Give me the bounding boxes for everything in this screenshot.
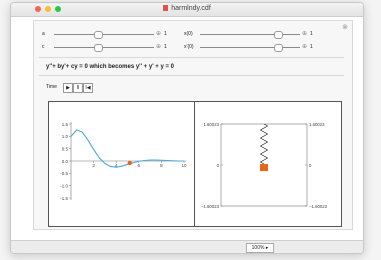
status-bar: 100% ▸ bbox=[11, 240, 363, 253]
slider-v0-track[interactable] bbox=[200, 47, 300, 48]
right-tick-label: 1.60023 bbox=[309, 122, 325, 127]
current-time-marker bbox=[127, 160, 132, 166]
slider-a-row: a ⊕ 1 bbox=[42, 30, 182, 40]
slider-a-label: a bbox=[42, 31, 45, 37]
slider-v0-value: 1 bbox=[310, 44, 313, 50]
play-button[interactable]: ▶ bbox=[63, 83, 73, 93]
slider-x0-value: 1 bbox=[310, 31, 313, 37]
slider-x0-label: x(0) bbox=[184, 31, 193, 37]
left-tick-label: 1.60023 bbox=[203, 122, 219, 127]
slider-x0-track[interactable] bbox=[200, 34, 300, 35]
app-window: harmlndy.cdf ⊗ a ⊕ 1 c ⊕ 1 x(0) ⊕ 1 x'(0… bbox=[10, 2, 364, 254]
slider-a-thumb[interactable] bbox=[94, 31, 103, 39]
left-tick-label: −1.60023 bbox=[201, 204, 220, 209]
x-tick-label: 10 bbox=[181, 163, 187, 168]
mass-block bbox=[260, 164, 268, 172]
plot-area: 1.5 1.0 0.5 0.0 -0.5 -1.0 -1.5 2 4 6 8 10 1.60023 0−… bbox=[48, 101, 342, 227]
slider-v0-thumb[interactable] bbox=[274, 44, 283, 52]
slider-v0-label: x'(0) bbox=[184, 44, 194, 50]
x-tick-label: 2 bbox=[92, 163, 95, 168]
slider-x0-thumb[interactable] bbox=[274, 31, 283, 39]
window-title-text: harmlndy.cdf bbox=[171, 5, 211, 12]
zoom-menu[interactable]: 100% ▸ bbox=[246, 243, 274, 253]
y-tick-label: -1.5 bbox=[60, 196, 68, 201]
slider-x0-expand-icon[interactable]: ⊕ bbox=[302, 30, 307, 37]
panel-options-icon[interactable]: ⊗ bbox=[342, 23, 348, 31]
slider-c-expand-icon[interactable]: ⊕ bbox=[156, 43, 161, 50]
title-bar: harmlndy.cdf bbox=[11, 3, 363, 17]
solution-curve bbox=[70, 129, 184, 168]
slider-c-track[interactable] bbox=[54, 47, 154, 48]
spring-plot: 1.60023 0 −1.60023 1.60023 0 −1.60023 bbox=[201, 122, 328, 209]
y-tick-label: -0.5 bbox=[60, 171, 68, 176]
right-tick-label: −1.60023 bbox=[309, 204, 328, 209]
spring-coil bbox=[259, 123, 269, 165]
slider-v0-row: x'(0) ⊕ 1 bbox=[184, 43, 324, 53]
left-tick-label: 0 bbox=[217, 163, 220, 168]
y-tick-label: -1.0 bbox=[60, 183, 68, 188]
y-tick-label: 1.5 bbox=[62, 122, 69, 127]
x-tick-label: 6 bbox=[138, 163, 141, 168]
manipulate-panel: ⊗ a ⊕ 1 c ⊕ 1 x(0) ⊕ 1 x'(0) ⊕ 1 y''+ by… bbox=[33, 20, 353, 230]
solution-plot: 1.51.00.50.0-0.5-1.0-1.52 4 6 8 10 bbox=[60, 122, 187, 201]
document-icon bbox=[163, 5, 169, 11]
slider-v0-expand-icon[interactable]: ⊕ bbox=[302, 43, 307, 50]
reset-button[interactable]: I◀ bbox=[83, 83, 93, 93]
slider-a-track[interactable] bbox=[54, 34, 154, 35]
equation-text: y''+ by'+ cy = 0 which becomes y'' + y' … bbox=[46, 64, 174, 70]
y-tick-label: 0.5 bbox=[62, 146, 69, 151]
slider-c-row: c ⊕ 1 bbox=[42, 43, 182, 53]
slider-a-value: 1 bbox=[164, 31, 167, 37]
separator bbox=[39, 75, 344, 76]
y-tick-label: 1.0 bbox=[62, 134, 69, 139]
slider-a-expand-icon[interactable]: ⊕ bbox=[156, 30, 161, 37]
slider-c-thumb[interactable] bbox=[94, 44, 103, 52]
time-label: Time bbox=[46, 84, 57, 90]
right-tick-label: 0 bbox=[309, 163, 312, 168]
x-tick-label: 8 bbox=[160, 163, 163, 168]
slider-c-value: 1 bbox=[164, 44, 167, 50]
slider-c-label: c bbox=[42, 44, 45, 50]
pause-button[interactable]: II bbox=[73, 83, 83, 93]
y-tick-label: 0.0 bbox=[62, 159, 69, 164]
separator bbox=[39, 57, 344, 58]
slider-x0-row: x(0) ⊕ 1 bbox=[184, 30, 324, 40]
window-title: harmlndy.cdf bbox=[11, 5, 363, 12]
